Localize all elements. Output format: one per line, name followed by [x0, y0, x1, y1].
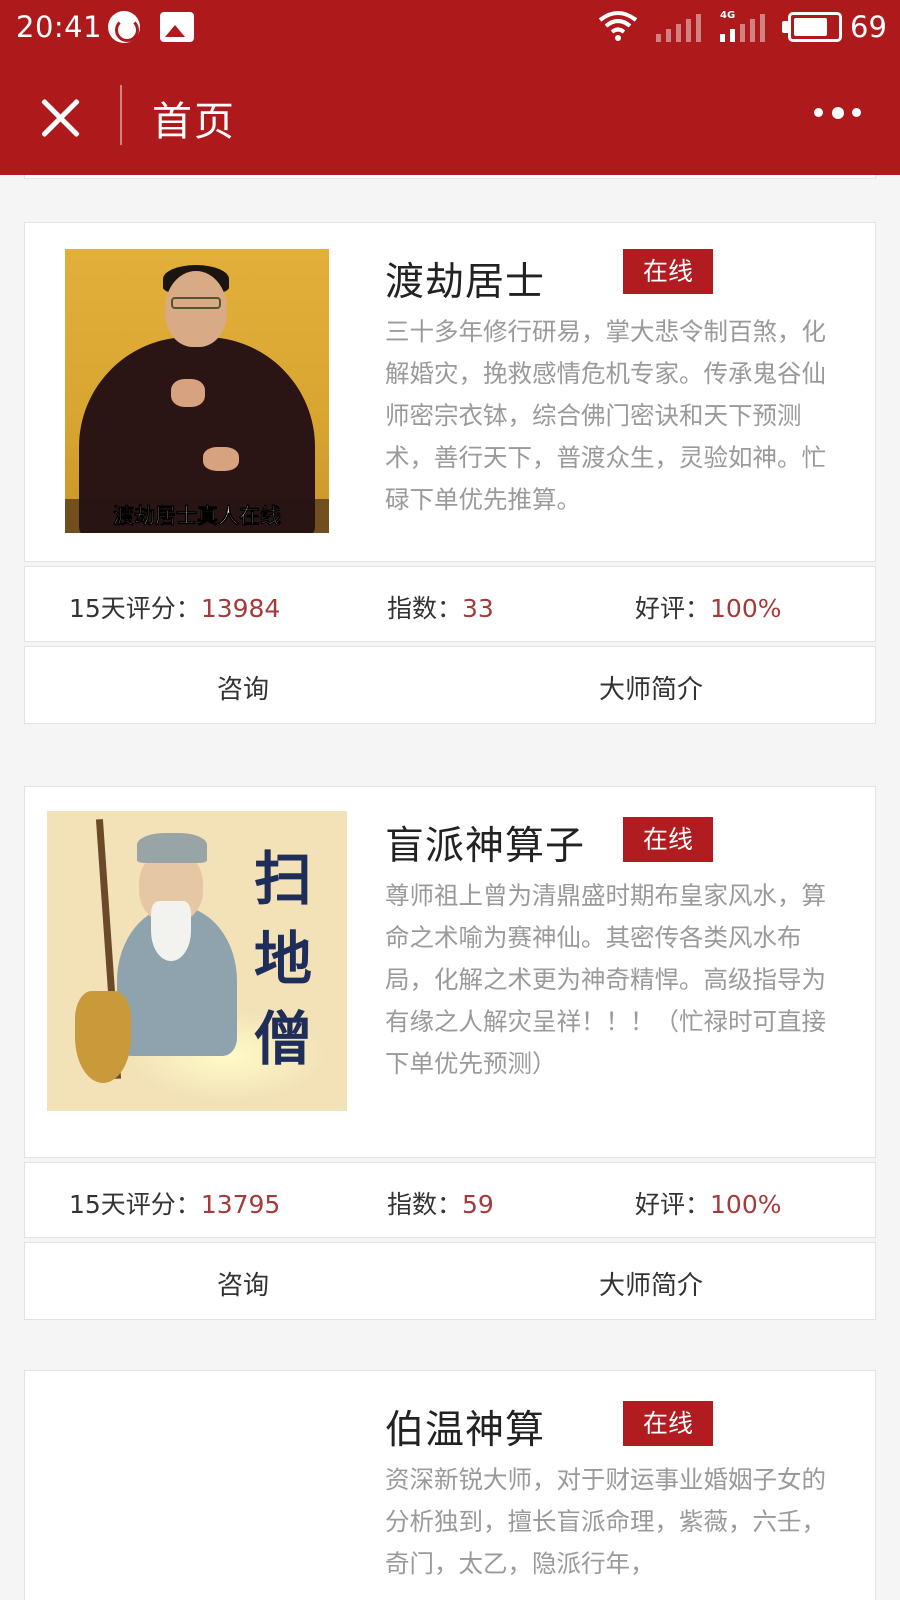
- rating-value: 13795: [200, 1190, 281, 1219]
- index-stat: 指数：59: [387, 1190, 494, 1219]
- master-stats: 15天评分：13984 指数：33 好评：100%: [24, 566, 876, 642]
- praise-stat: 好评：100%: [635, 1190, 782, 1219]
- consult-button[interactable]: 咨询: [217, 1265, 269, 1302]
- close-icon[interactable]: [38, 95, 82, 139]
- master-avatar[interactable]: 渡劫居士真人在线: [65, 249, 329, 533]
- battery-fill: [794, 18, 827, 36]
- more-dots-icon[interactable]: [814, 105, 862, 121]
- praise-value: 100%: [710, 594, 782, 623]
- master-intro-button[interactable]: 大师简介: [599, 669, 703, 706]
- signal-icon-sim2: [720, 14, 765, 42]
- master-name[interactable]: 伯温神算: [385, 1399, 545, 1455]
- master-card-main[interactable]: 扫地僧 盲派神算子 在线 尊师祖上曾为清鼎盛时期布皇家风水，算命之术喻为赛神仙。…: [24, 786, 876, 1158]
- master-description: 资深新锐大师，对于财运事业婚姻子女的分析独到，擅长盲派命理，紫薇，六壬，奇门，太…: [385, 1465, 826, 1578]
- status-bar: 20:41 4G 69: [0, 0, 900, 55]
- battery-level: 69: [850, 10, 887, 44]
- avatar-caption: 扫地僧: [253, 845, 312, 1073]
- status-time: 20:41: [16, 10, 103, 44]
- signal-icon-sim1: [656, 14, 701, 42]
- index-value: 33: [462, 594, 494, 623]
- master-actions: 咨询 大师简介: [24, 1242, 876, 1320]
- praise-value: 100%: [710, 1190, 782, 1219]
- master-intro-button[interactable]: 大师简介: [599, 1265, 703, 1302]
- master-name[interactable]: 渡劫居士: [385, 251, 545, 307]
- wifi-icon: [598, 11, 638, 41]
- master-card: 扫地僧 盲派神算子 在线 尊师祖上曾为清鼎盛时期布皇家风水，算命之术喻为赛神仙。…: [24, 786, 876, 1324]
- rating-stat: 15天评分：13795: [69, 1190, 281, 1219]
- gallery-icon: [160, 12, 194, 42]
- nav-bar: 首页: [0, 55, 900, 175]
- battery-icon: [788, 12, 842, 42]
- praise-stat: 好评：100%: [635, 594, 782, 623]
- index-stat: 指数：33: [387, 594, 494, 623]
- online-status-badge: 在线: [623, 249, 713, 294]
- page-title: 首页: [152, 99, 236, 145]
- online-status-badge: 在线: [623, 1401, 713, 1446]
- master-card: 伯温神算 在线 资深新锐大师，对于财运事业婚姻子女的分析独到，擅长盲派命理，紫薇…: [24, 1370, 876, 1600]
- master-avatar[interactable]: 扫地僧: [47, 811, 347, 1111]
- avatar-caption: 渡劫居士真人在线: [65, 499, 329, 533]
- list-top-edge: [24, 175, 876, 179]
- online-status-badge: 在线: [623, 817, 713, 862]
- master-description: 三十多年修行研易，掌大悲令制百煞，化解婚灾，挽救感情危机专家。传承鬼谷仙师密宗衣…: [385, 317, 826, 514]
- master-name[interactable]: 盲派神算子: [385, 815, 585, 871]
- master-stats: 15天评分：13795 指数：59 好评：100%: [24, 1162, 876, 1238]
- master-card-main[interactable]: 渡劫居士真人在线 渡劫居士 在线 三十多年修行研易，掌大悲令制百煞，化解婚灾，挽…: [24, 222, 876, 562]
- master-actions: 咨询 大师简介: [24, 646, 876, 724]
- nav-divider: [120, 85, 122, 145]
- master-description: 尊师祖上曾为清鼎盛时期布皇家风水，算命之术喻为赛神仙。其密传各类风水布局，化解之…: [385, 881, 826, 1078]
- rating-stat: 15天评分：13984: [69, 594, 281, 623]
- master-card: 渡劫居士真人在线 渡劫居士 在线 三十多年修行研易，掌大悲令制百煞，化解婚灾，挽…: [24, 222, 876, 724]
- index-value: 59: [462, 1190, 494, 1219]
- consult-button[interactable]: 咨询: [217, 669, 269, 706]
- notification-icon: [108, 11, 140, 43]
- master-card-main[interactable]: 伯温神算 在线 资深新锐大师，对于财运事业婚姻子女的分析独到，擅长盲派命理，紫薇…: [24, 1370, 876, 1600]
- rating-value: 13984: [200, 594, 281, 623]
